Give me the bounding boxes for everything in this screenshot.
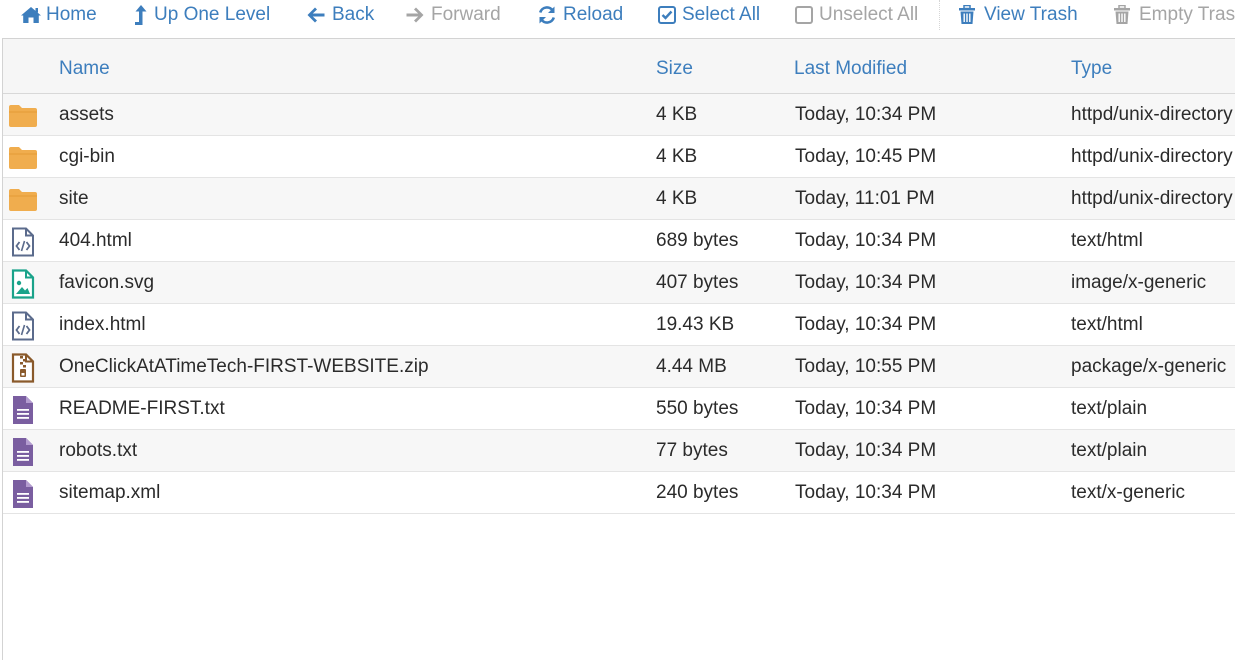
reload-button[interactable]: Reload: [537, 2, 623, 28]
file-last-modified: Today, 10:34 PM: [795, 230, 937, 251]
toolbar: Home Up One Level Back Forward Reload Se…: [0, 0, 1235, 30]
file-last-modified: Today, 10:34 PM: [795, 314, 937, 335]
file-name[interactable]: favicon.svg: [59, 272, 154, 294]
back-button[interactable]: Back: [306, 2, 374, 28]
select-all-button[interactable]: Select All: [658, 2, 760, 28]
column-header-last-modified[interactable]: Last Modified: [794, 58, 907, 80]
file-size: 19.43 KB: [656, 314, 735, 335]
zip-file-icon: [8, 353, 38, 383]
file-type: text/html: [1071, 314, 1143, 335]
empty-trash-label: Empty Trash: [1139, 4, 1235, 25]
table-row[interactable]: OneClickAtATimeTech-FIRST-WEBSITE.zip 4.4…: [3, 346, 1235, 388]
table-row[interactable]: assets 4 KB Today, 10:34 PM httpd/unix-dire…: [3, 94, 1235, 136]
file-type: image/x-generic: [1071, 272, 1207, 293]
home-icon: [20, 4, 44, 26]
file-list-header: Name Size Last Modified Type: [3, 39, 1235, 94]
file-name[interactable]: index.html: [59, 314, 146, 336]
code-file-icon: [8, 311, 38, 341]
level-up-icon: [134, 4, 152, 26]
file-name[interactable]: assets: [59, 104, 114, 126]
home-button[interactable]: Home: [20, 2, 97, 28]
file-size: 550 bytes: [656, 398, 739, 419]
file-last-modified: Today, 10:34 PM: [795, 272, 937, 293]
file-type: text/x-generic: [1071, 482, 1186, 503]
file-type: text/html: [1071, 230, 1143, 251]
table-row[interactable]: index.html 19.43 KB Today, 10:34 PM text/ht…: [3, 304, 1235, 346]
up-one-level-label: Up One Level: [154, 4, 271, 25]
up-one-level-button[interactable]: Up One Level: [134, 2, 270, 28]
select-all-label: Select All: [682, 4, 761, 25]
file-last-modified: Today, 10:34 PM: [795, 398, 937, 419]
back-label: Back: [332, 4, 375, 25]
trash-icon: [1113, 4, 1137, 26]
file-last-modified: Today, 10:55 PM: [795, 356, 937, 377]
folder-icon: [8, 185, 38, 213]
file-name[interactable]: robots.txt: [59, 440, 137, 462]
trash-icon: [958, 4, 982, 26]
table-row[interactable]: robots.txt 77 bytes Today, 10:34 PM text/pl…: [3, 430, 1235, 472]
file-size: 4.44 MB: [656, 356, 727, 377]
file-size: 4 KB: [656, 104, 698, 125]
file-name[interactable]: sitemap.xml: [59, 482, 160, 504]
file-type: text/plain: [1071, 398, 1148, 419]
reload-label: Reload: [563, 4, 624, 25]
arrow-right-icon: [405, 4, 429, 26]
column-header-type[interactable]: Type: [1071, 58, 1112, 80]
file-name[interactable]: cgi-bin: [59, 146, 115, 168]
file-type: httpd/unix-directory: [1071, 104, 1233, 125]
table-row[interactable]: sitemap.xml 240 bytes Today, 10:34 PM text/…: [3, 472, 1235, 514]
file-type: httpd/unix-directory: [1071, 146, 1233, 167]
file-name[interactable]: site: [59, 188, 89, 210]
table-row[interactable]: README-FIRST.txt 550 bytes Today, 10:34 PM…: [3, 388, 1235, 430]
column-header-name[interactable]: Name: [59, 58, 110, 80]
file-list-panel: Name Size Last Modified Type assets 4 KB T…: [2, 38, 1235, 660]
empty-trash-button[interactable]: Empty Trash: [1113, 2, 1235, 28]
file-last-modified: Today, 11:01 PM: [795, 188, 935, 209]
arrow-left-icon: [306, 4, 330, 26]
file-name[interactable]: OneClickAtATimeTech-FIRST-WEBSITE.zip: [59, 356, 429, 378]
file-last-modified: Today, 10:34 PM: [795, 482, 937, 503]
file-size: 407 bytes: [656, 272, 739, 293]
forward-label: Forward: [431, 4, 501, 25]
file-last-modified: Today, 10:34 PM: [795, 440, 937, 461]
checkbox-checked-icon: [658, 4, 680, 26]
home-label: Home: [46, 4, 97, 25]
image-file-icon: [8, 269, 38, 299]
file-type: text/plain: [1071, 440, 1148, 461]
file-size: 4 KB: [656, 188, 698, 209]
view-trash-button[interactable]: View Trash: [958, 2, 1078, 28]
file-size: 77 bytes: [656, 440, 728, 461]
table-row[interactable]: 404.html 689 bytes Today, 10:34 PM text/htm…: [3, 220, 1235, 262]
text-file-icon: [8, 395, 38, 424]
file-list: assets 4 KB Today, 10:34 PM httpd/unix-dire…: [3, 94, 1235, 514]
unselect-all-label: Unselect All: [819, 4, 919, 25]
text-file-icon: [8, 479, 38, 508]
text-file-icon: [8, 437, 38, 466]
column-header-size[interactable]: Size: [656, 58, 693, 80]
folder-icon: [8, 143, 38, 171]
file-name[interactable]: 404.html: [59, 230, 132, 252]
file-last-modified: Today, 10:34 PM: [795, 104, 937, 125]
view-trash-label: View Trash: [984, 4, 1078, 25]
table-row[interactable]: cgi-bin 4 KB Today, 10:45 PM httpd/unix-dir…: [3, 136, 1235, 178]
table-row[interactable]: favicon.svg 407 bytes Today, 10:34 PM image…: [3, 262, 1235, 304]
unselect-all-button[interactable]: Unselect All: [795, 2, 918, 28]
checkbox-empty-icon: [795, 4, 817, 26]
file-size: 240 bytes: [656, 482, 739, 503]
file-last-modified: Today, 10:45 PM: [795, 146, 937, 167]
file-name[interactable]: README-FIRST.txt: [59, 398, 225, 420]
code-file-icon: [8, 227, 38, 257]
forward-button[interactable]: Forward: [405, 2, 501, 28]
toolbar-divider: [939, 0, 940, 30]
file-size: 689 bytes: [656, 230, 739, 251]
file-type: httpd/unix-directory: [1071, 188, 1233, 209]
table-row[interactable]: site 4 KB Today, 11:01 PM httpd/unix-direct…: [3, 178, 1235, 220]
file-size: 4 KB: [656, 146, 698, 167]
folder-icon: [8, 101, 38, 129]
file-type: package/x-generic: [1071, 356, 1227, 377]
refresh-icon: [537, 4, 561, 26]
